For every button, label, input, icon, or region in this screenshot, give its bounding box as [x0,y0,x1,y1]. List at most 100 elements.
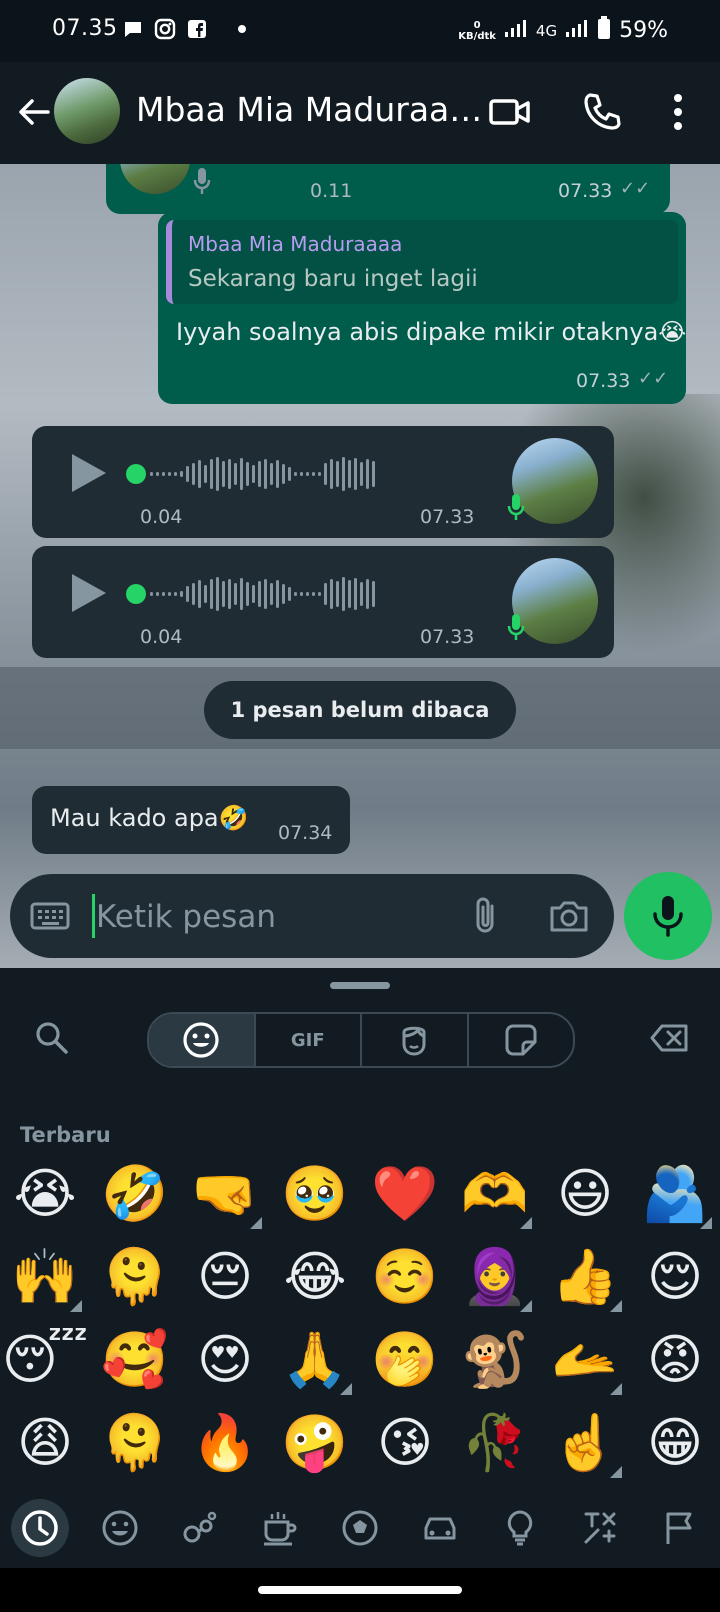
contact-name[interactable]: Mbaa Mia Maduraa… [136,90,482,129]
emoji-search-button[interactable] [32,1018,72,1058]
emoji-key[interactable]: 😩 [0,1401,90,1484]
mic-icon [653,896,683,937]
category-activity[interactable] [320,1488,400,1568]
paperclip-icon [476,897,494,933]
emoji-key[interactable]: 🫠 [90,1401,180,1484]
smiley-icon [102,1510,138,1546]
attach-button[interactable] [468,894,504,938]
emoji-key[interactable]: 😌 [630,1235,720,1318]
tab-emoji[interactable] [149,1014,256,1066]
emoji-glyph: 🤜 [191,1161,259,1225]
category-recent[interactable] [0,1488,80,1568]
waveform-bar [264,459,267,489]
voice-call-button[interactable] [580,90,624,134]
voice-duration: 0.04 [140,506,183,528]
emoji-key[interactable]: 😔 [180,1235,270,1318]
avatar-sticker-icon [402,1026,426,1056]
emoji-key[interactable]: 🙏 [270,1318,360,1401]
tab-avatar[interactable] [362,1014,469,1066]
reply-message-out[interactable]: Mbaa Mia Maduraaaa Sekarang baru inget l… [158,212,686,404]
waveform-bar [222,461,225,487]
emoji-key[interactable]: ❤️ [360,1152,450,1235]
animals-icon [183,1511,217,1543]
category-animals[interactable] [160,1488,240,1568]
emoji-key[interactable]: 😡 [630,1318,720,1401]
emoji-key[interactable]: 🤣 [90,1152,180,1235]
quoted-message[interactable]: Mbaa Mia Maduraaaa Sekarang baru inget l… [166,220,678,304]
network-type: 4G [535,21,558,40]
emoji-key[interactable]: 🫂 [630,1152,720,1235]
voice-message-in[interactable]: 0.04 07.33 [32,546,614,658]
emoji-key[interactable]: 🐒 [450,1318,540,1401]
backspace-button[interactable] [650,1022,690,1054]
text-message-in[interactable]: Mau kado apa🤣 07.34 [32,786,350,854]
emoji-key[interactable]: 😴 [0,1318,90,1401]
panel-drag-handle[interactable] [330,982,390,989]
emoji-key[interactable]: 😍 [180,1318,270,1401]
emoji-key[interactable]: ☝️ [540,1401,630,1484]
emoji-glyph: 🫠 [101,1410,169,1474]
waveform-bar [216,577,219,611]
voice-record-button[interactable] [624,872,712,960]
category-flags[interactable] [640,1488,720,1568]
emoji-key[interactable]: 🔥 [180,1401,270,1484]
message-text: Mau kado apa🤣 [50,804,249,832]
emoji-key[interactable]: 😭 [0,1152,90,1235]
emoji-glyph: 😘 [376,1410,434,1474]
emoji-glyph: 🤣 [101,1161,169,1225]
emoji-key[interactable]: 🙌 [0,1235,90,1318]
emoji-key[interactable]: 👍 [540,1235,630,1318]
playback-position[interactable] [126,584,146,604]
message-text: Iyyah soalnya abis dipake mikir otaknya😭 [176,318,687,346]
emoji-key[interactable]: 🤜 [180,1152,270,1235]
emoji-key[interactable]: 🤪 [270,1401,360,1484]
more-options-button[interactable] [668,90,688,134]
category-travel[interactable] [400,1488,480,1568]
emoji-key[interactable]: 🧕 [450,1235,540,1318]
skin-tone-variant-indicator [340,1383,352,1395]
chat-area[interactable]: 0.11 07.33 ✓✓ Mbaa Mia Maduraaaa Sekaran… [0,164,720,968]
emoji-key[interactable]: ☺️ [360,1235,450,1318]
waveform-bar [300,472,303,476]
facebook-icon [186,18,208,40]
system-icons: 0 KB/dtk 4G 59% [458,16,668,45]
category-food[interactable] [240,1488,320,1568]
emoji-key[interactable]: 😁 [630,1401,720,1484]
play-icon[interactable] [68,452,108,494]
emoji-key[interactable]: 🫠 [90,1235,180,1318]
play-icon[interactable] [68,572,108,614]
skin-tone-variant-indicator [610,1466,622,1478]
emoji-key[interactable]: 🥹 [270,1152,360,1235]
keyboard-toggle-button[interactable] [30,900,70,932]
emoji-key[interactable]: 😃 [540,1152,630,1235]
voice-message-out[interactable]: 0.11 07.33 ✓✓ [106,164,670,214]
emoji-glyph: 😴 [1,1327,89,1391]
emoji-key[interactable]: 😘 [360,1401,450,1484]
back-button[interactable] [14,92,54,132]
emoji-key[interactable]: 🥀 [450,1401,540,1484]
playback-position[interactable] [126,464,146,484]
waveform-bar [228,459,231,489]
emoji-key[interactable]: 🫶 [450,1152,540,1235]
message-input[interactable] [94,892,438,942]
mic-icon [507,494,525,520]
voice-message-in[interactable]: 0.04 07.33 [32,426,614,538]
category-smileys[interactable] [80,1488,160,1568]
emoji-key[interactable]: 🫴 [540,1318,630,1401]
emoji-key[interactable]: 🤭 [360,1318,450,1401]
chat-notification-icon [122,18,144,40]
emoji-glyph: 🫂 [641,1161,709,1225]
emoji-key[interactable]: 😂 [270,1235,360,1318]
home-gesture-bar[interactable] [258,1586,462,1594]
video-call-button[interactable] [488,90,532,134]
waveform-bar [198,580,201,608]
tab-sticker[interactable] [469,1014,574,1066]
emoji-glyph: 🫠 [101,1244,169,1308]
category-objects[interactable] [480,1488,560,1568]
camera-button[interactable] [548,896,590,936]
tab-gif[interactable]: GIF [256,1014,362,1066]
category-symbols[interactable] [560,1488,640,1568]
waveform-bar [294,472,297,476]
contact-avatar[interactable] [54,78,120,144]
emoji-key[interactable]: 🥰 [90,1318,180,1401]
